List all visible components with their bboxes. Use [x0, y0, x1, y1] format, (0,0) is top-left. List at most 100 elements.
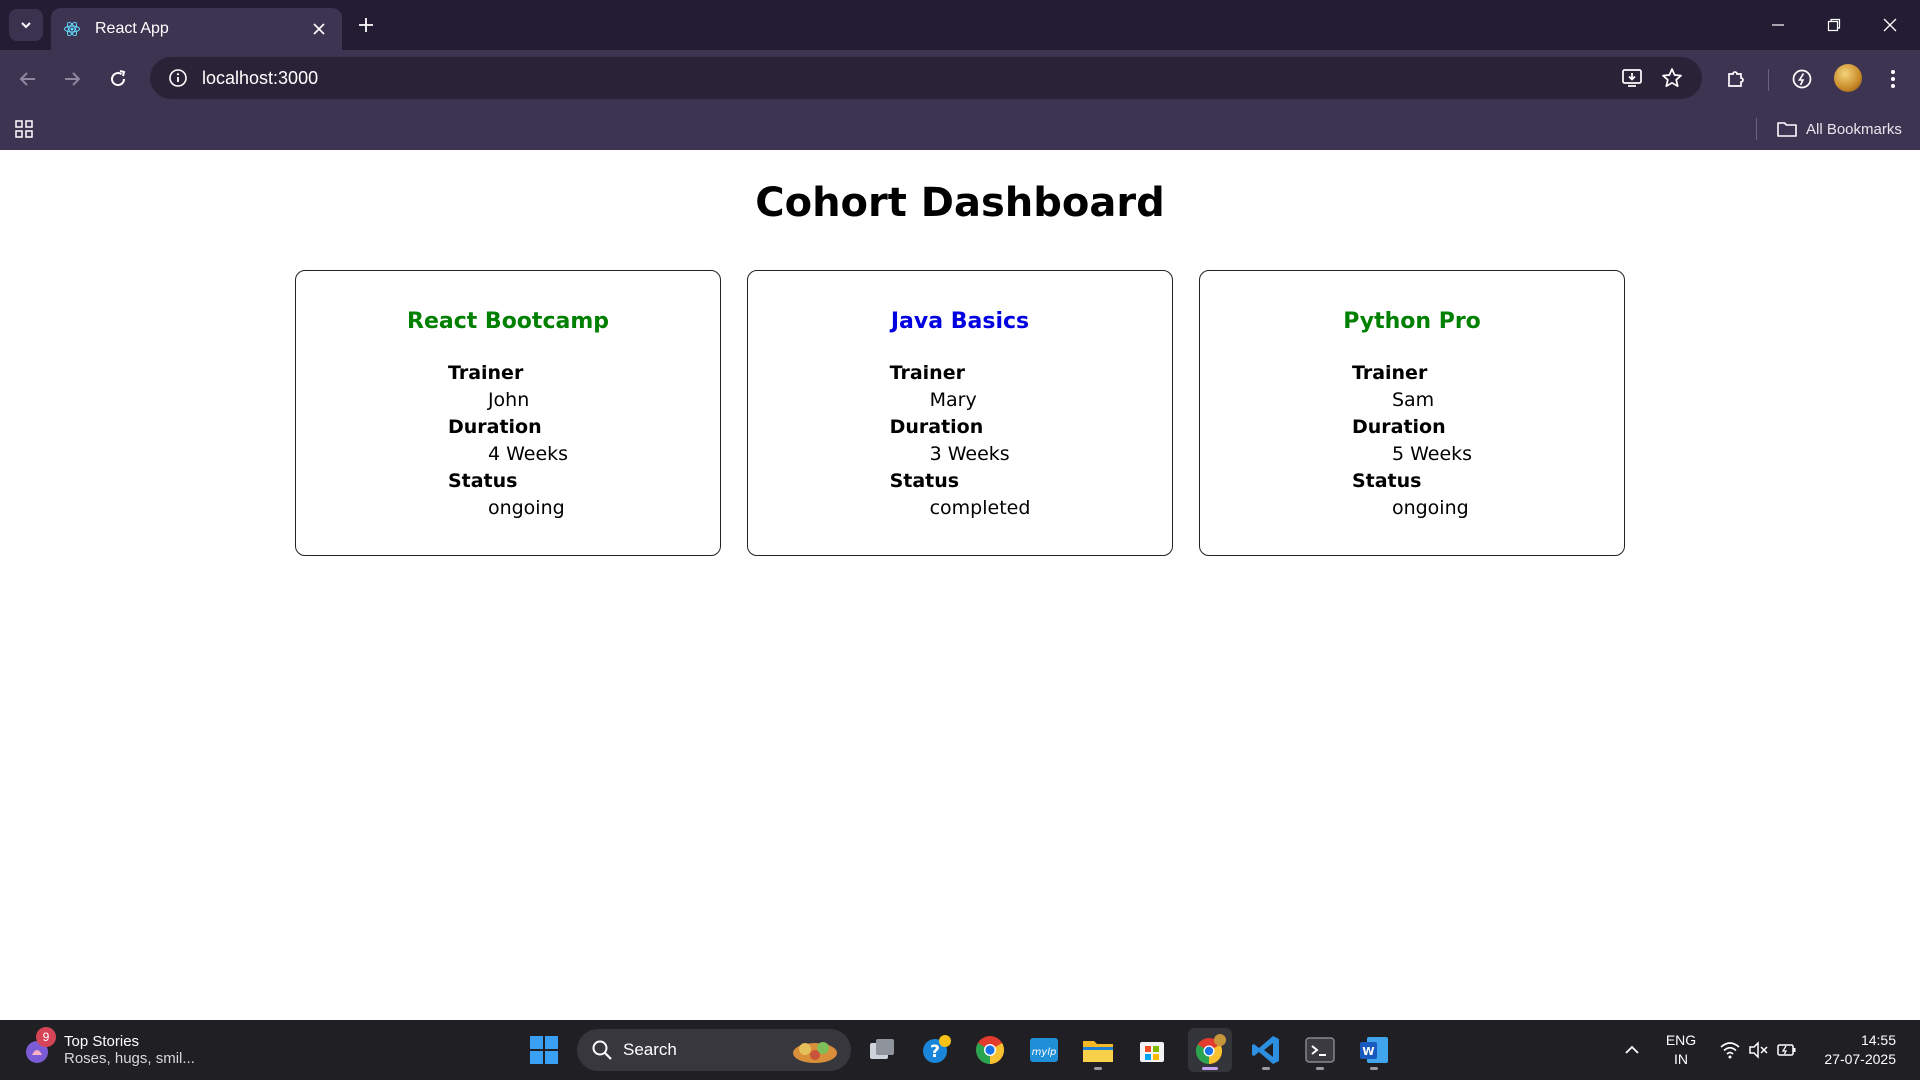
svg-text:W: W: [1362, 1045, 1374, 1058]
more-vertical-icon: [1891, 70, 1895, 88]
chrome-dev-icon: [1195, 1034, 1226, 1065]
cohort-name: React Bootcamp: [407, 309, 609, 334]
duration-value: 5 Weeks: [1391, 443, 1473, 465]
duration-value: 4 Weeks: [487, 443, 569, 465]
toolbar-divider: [1768, 69, 1769, 91]
page-content: Cohort Dashboard React Bootcamp Trainer …: [0, 150, 1920, 1020]
windows-taskbar: 9 Top Stories Roses, hugs, smil... Searc…: [0, 1020, 1920, 1080]
puzzle-icon: [1728, 71, 1744, 87]
word-icon: W: [1360, 1037, 1388, 1063]
arrow-left-icon: [19, 72, 35, 86]
restore-button[interactable]: [1806, 0, 1862, 50]
mylp-icon: mylp: [1030, 1038, 1058, 1062]
battery-icon: [1777, 1044, 1796, 1056]
trainer-value: John: [487, 389, 530, 411]
new-tab-button[interactable]: [354, 13, 378, 37]
duration-label: Duration: [447, 416, 542, 438]
tab-title: React App: [95, 20, 169, 37]
wifi-icon: [1720, 1042, 1740, 1059]
forward-button[interactable]: [56, 63, 88, 95]
reload-icon: [111, 70, 126, 87]
chrome-button[interactable]: [968, 1028, 1012, 1072]
restore-icon: [1827, 18, 1841, 32]
status-label: Status: [447, 470, 518, 492]
running-indicator: [1262, 1067, 1270, 1070]
task-view-icon: [870, 1039, 894, 1059]
all-bookmarks-label: All Bookmarks: [1806, 120, 1902, 138]
chrome-active-button[interactable]: [1188, 1028, 1232, 1072]
help-icon: ?: [923, 1035, 951, 1063]
file-explorer-button[interactable]: [1076, 1028, 1120, 1072]
speedometer-icon: [1792, 69, 1812, 89]
address-bar[interactable]: localhost:3000: [150, 57, 1702, 99]
extensions-button[interactable]: [1719, 63, 1753, 95]
system-clock[interactable]: 14:55 27-07-2025: [1810, 1020, 1910, 1080]
cohort-card: React Bootcamp Trainer John Duration 4 W…: [295, 270, 721, 556]
close-window-button[interactable]: [1862, 0, 1918, 50]
reload-button[interactable]: [102, 63, 134, 95]
trainer-label: Trainer: [889, 362, 965, 384]
tab-react-app[interactable]: React App: [51, 8, 342, 50]
cohort-name: Java Basics: [890, 309, 1030, 334]
close-icon: [1883, 18, 1897, 32]
minimize-button[interactable]: [1750, 0, 1806, 50]
quick-settings-button[interactable]: [1714, 1020, 1804, 1080]
widget-title: Top Stories: [64, 1033, 140, 1050]
microsoft-store-button[interactable]: [1130, 1028, 1174, 1072]
back-button[interactable]: [12, 63, 44, 95]
all-bookmarks-button[interactable]: All Bookmarks: [1776, 116, 1902, 142]
get-help-button[interactable]: ?: [914, 1028, 958, 1072]
news-widget[interactable]: 9 Top Stories Roses, hugs, smil...: [22, 1026, 222, 1074]
arrow-right-icon: [65, 72, 81, 86]
terminal-button[interactable]: [1298, 1028, 1342, 1072]
url-text[interactable]: localhost:3000: [202, 68, 1612, 89]
cohort-details: Trainer Mary Duration 3 Weeks Status com…: [890, 360, 1031, 522]
bookmark-star-icon[interactable]: [1652, 58, 1692, 98]
tab-search-button[interactable]: [9, 9, 43, 41]
running-indicator: [1370, 1067, 1378, 1070]
widget-subtitle: Roses, hugs, smil...: [64, 1050, 195, 1067]
mylp-button[interactable]: mylp: [1022, 1028, 1066, 1072]
start-button[interactable]: [522, 1028, 566, 1072]
tab-close-icon[interactable]: [308, 18, 330, 40]
clock-date: 27-07-2025: [1824, 1051, 1896, 1067]
trainer-value: Mary: [929, 389, 977, 411]
language-indicator[interactable]: ENG IN: [1660, 1020, 1702, 1080]
windows-start-icon: [530, 1036, 558, 1064]
chevron-up-icon: [1625, 1045, 1639, 1054]
browser-title-bar: React App: [0, 0, 1920, 50]
folder-icon: [1083, 1041, 1113, 1062]
widget-badge: 9: [36, 1027, 56, 1047]
taskbar-search[interactable]: Search: [577, 1029, 851, 1071]
folder-icon: [1776, 118, 1798, 140]
performance-button[interactable]: [1785, 63, 1819, 95]
duration-label: Duration: [889, 416, 984, 438]
install-app-icon[interactable]: [1612, 58, 1652, 98]
duration-label: Duration: [1351, 416, 1446, 438]
trainer-value: Sam: [1391, 389, 1435, 411]
cohort-details: Trainer Sam Duration 5 Weeks Status ongo…: [1352, 360, 1472, 522]
word-button[interactable]: W: [1352, 1028, 1396, 1072]
running-indicator: [1094, 1067, 1102, 1070]
duration-value: 3 Weeks: [929, 443, 1010, 465]
region-code: IN: [1674, 1051, 1688, 1067]
site-info-icon[interactable]: [156, 57, 200, 99]
clock-time: 14:55: [1860, 1032, 1896, 1048]
browser-menu-button[interactable]: [1876, 63, 1910, 95]
react-icon: [63, 20, 81, 38]
minimize-icon: [1772, 24, 1784, 26]
chevron-down-icon: [21, 22, 31, 29]
trainer-label: Trainer: [1351, 362, 1428, 384]
svg-text:mylp: mylp: [1032, 1047, 1057, 1058]
page-title: Cohort Dashboard: [755, 180, 1165, 226]
profile-avatar[interactable]: [1834, 64, 1862, 92]
vscode-button[interactable]: [1244, 1028, 1288, 1072]
show-hidden-icons-button[interactable]: [1616, 1020, 1648, 1080]
browser-toolbar: localhost:3000: [0, 50, 1920, 108]
status-value: ongoing: [487, 497, 565, 519]
trainer-label: Trainer: [447, 362, 524, 384]
status-label: Status: [889, 470, 960, 492]
apps-grid-icon[interactable]: [12, 117, 36, 141]
cohort-card: Java Basics Trainer Mary Duration 3 Week…: [747, 270, 1173, 556]
task-view-button[interactable]: [860, 1028, 904, 1072]
